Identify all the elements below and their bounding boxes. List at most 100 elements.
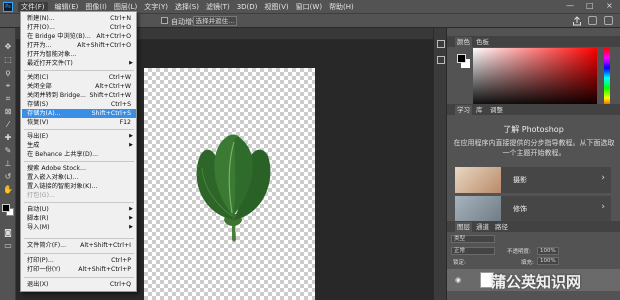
- menu-separator: [24, 277, 134, 278]
- screen-mode-icon[interactable]: ▭: [3, 241, 13, 251]
- layer-kind-filter[interactable]: 类型: [451, 235, 495, 243]
- chevron-right-icon: ›: [601, 202, 605, 212]
- move-tool-icon[interactable]: ✥: [3, 42, 13, 52]
- menu-item-generate[interactable]: 生成 ▶: [22, 141, 136, 150]
- share-icon[interactable]: [572, 16, 582, 26]
- menu-image[interactable]: 图像(I): [85, 2, 107, 12]
- fill-input[interactable]: 100%: [537, 257, 559, 265]
- crop-tool-icon[interactable]: ⌗: [3, 94, 13, 104]
- clone-stamp-tool-icon[interactable]: ⊥: [3, 159, 13, 169]
- panel-icon-strip: [433, 28, 447, 300]
- menu-item-save[interactable]: 存储(S) Ctrl+S: [22, 100, 136, 109]
- menu-item-export[interactable]: 导出(E) ▶: [22, 132, 136, 141]
- brush-tool-icon[interactable]: ✎: [3, 146, 13, 156]
- tab-color[interactable]: 颜色: [455, 37, 472, 47]
- menu-window[interactable]: 窗口(W): [296, 2, 322, 12]
- blend-mode-select[interactable]: 正常: [451, 247, 495, 255]
- menu-item-save-as[interactable]: 存储为(A)... Shift+Ctrl+S: [22, 109, 136, 118]
- menu-item-open-as[interactable]: 打开为... Alt+Shift+Ctrl+O: [22, 41, 136, 50]
- menu-item-open-smart-object[interactable]: 打开为智能对象...: [22, 50, 136, 59]
- menu-item-print-one[interactable]: 打印一份(Y) Alt+Shift+Ctrl+P: [22, 265, 136, 274]
- opacity-input[interactable]: 100%: [537, 247, 559, 255]
- succulent-leaf-image: [196, 134, 271, 242]
- card-title: 摄影: [513, 176, 527, 184]
- menu-item-place-linked[interactable]: 置入链接的智能对象(K)...: [22, 182, 136, 191]
- tab-libraries[interactable]: 库: [474, 105, 485, 115]
- menu-select[interactable]: 选择(S): [175, 2, 199, 12]
- tab-adjustments[interactable]: 调整: [488, 105, 505, 115]
- layers-panel-tabs: 图层 通道 路径: [447, 221, 620, 232]
- menu-item-close-goto-bridge[interactable]: 关闭并转到 Bridge... Shift+Ctrl+W: [22, 91, 136, 100]
- quick-mask-icon[interactable]: ◙: [3, 228, 13, 238]
- menu-item-browse-bridge[interactable]: 在 Bridge 中浏览(B)... Alt+Ctrl+O: [22, 32, 136, 41]
- history-panel-icon[interactable]: [437, 40, 445, 48]
- menu-item-share-behance[interactable]: 在 Behance 上共享(D)...: [22, 150, 136, 159]
- menu-separator: [24, 238, 134, 239]
- chevron-right-icon: ›: [601, 173, 605, 183]
- tools-panel: ✥ ⬚ ϙ ⌖ ⌗ ⊠ ⁄ ✚ ✎ ⊥ ↺ ✋ ◙ ▭: [0, 28, 16, 300]
- menu-item-automate[interactable]: 自动(U) ▶: [22, 205, 136, 214]
- hand-tool-icon[interactable]: ✋: [3, 185, 13, 195]
- eyedropper-tool-icon[interactable]: ⁄: [3, 120, 13, 130]
- menu-item-close[interactable]: 关闭(C) Ctrl+W: [22, 73, 136, 82]
- quick-select-tool-icon[interactable]: ⌖: [3, 81, 13, 91]
- file-menu-dropdown: 新建(N)... Ctrl+N 打开(O)... Ctrl+O 在 Bridge 中…: [20, 11, 137, 292]
- menu-filter[interactable]: 滤镜(T): [206, 2, 230, 12]
- tab-learn[interactable]: 学习: [455, 105, 472, 115]
- menu-item-revert[interactable]: 恢复(V) F12: [22, 118, 136, 127]
- minimize-button[interactable]: —: [566, 1, 574, 10]
- retouch-thumbnail: [455, 196, 501, 222]
- tab-channels[interactable]: 通道: [474, 222, 491, 232]
- learn-title: 了解 Photoshop: [503, 125, 564, 134]
- menu-view[interactable]: 视图(V): [264, 2, 288, 12]
- menu-item-new[interactable]: 新建(N)... Ctrl+N: [22, 14, 136, 23]
- workspace-icon[interactable]: [604, 16, 613, 25]
- foreground-color-swatch[interactable]: [2, 204, 10, 212]
- menu-item-search-stock[interactable]: 搜索 Adobe Stock...: [22, 164, 136, 173]
- close-window-button[interactable]: ×: [606, 1, 613, 10]
- menu-item-scripts[interactable]: 脚本(R) ▶: [22, 214, 136, 223]
- menu-item-close-all[interactable]: 关闭全部 Alt+Ctrl+W: [22, 82, 136, 91]
- menu-separator: [24, 161, 134, 162]
- layers-lock-row: 锁定: 填充: 100%: [447, 257, 620, 268]
- select-and-mask-button[interactable]: 选择并遮住...: [193, 16, 237, 26]
- menu-3d[interactable]: 3D(D): [237, 3, 258, 11]
- watermark-text: 蒲公英知识网: [491, 273, 582, 291]
- marquee-tool-icon[interactable]: ⬚: [3, 55, 13, 65]
- menu-item-recent-files[interactable]: 最近打开文件(T) ▶: [22, 59, 136, 68]
- menu-item-place-embedded[interactable]: 置入嵌入对象(L)...: [22, 173, 136, 182]
- tutorial-card-retouch[interactable]: 修饰 ›: [455, 196, 611, 222]
- frame-tool-icon[interactable]: ⊠: [3, 107, 13, 117]
- healing-brush-tool-icon[interactable]: ✚: [3, 133, 13, 143]
- menu-item-open[interactable]: 打开(O)... Ctrl+O: [22, 23, 136, 32]
- submenu-arrow-icon: ▶: [129, 60, 133, 66]
- tab-paths[interactable]: 路径: [493, 222, 510, 232]
- menu-layer[interactable]: 图层(L): [114, 2, 137, 12]
- photography-thumbnail: [455, 167, 501, 193]
- panel-foreground-swatch[interactable]: [457, 54, 466, 63]
- hue-slider[interactable]: [604, 48, 610, 108]
- menu-item-exit[interactable]: 退出(X) Ctrl+Q: [22, 280, 136, 289]
- menu-edit[interactable]: 编辑(E): [55, 2, 79, 12]
- eye-icon[interactable]: ◉: [455, 276, 461, 284]
- menu-help[interactable]: 帮助(H): [329, 2, 354, 12]
- menu-file[interactable]: 文件(F): [18, 1, 48, 12]
- menu-item-file-info[interactable]: 文件简介(F)... Alt+Shift+Ctrl+I: [22, 241, 136, 250]
- menu-item-import[interactable]: 导入(M) ▶: [22, 223, 136, 232]
- properties-panel-icon[interactable]: [437, 56, 445, 64]
- right-panels: 颜色 色板 学习 库 调整 了解 Photoshop 在应用程序内直接提供的分步…: [447, 28, 620, 300]
- tab-layers[interactable]: 图层: [455, 222, 472, 232]
- layers-blend-row: 正常 不透明度: 100%: [447, 246, 620, 257]
- color-panel-tabs: 颜色 色板: [447, 36, 620, 47]
- auto-enhance-checkbox[interactable]: [161, 17, 168, 24]
- menu-type[interactable]: 文字(Y): [144, 2, 168, 12]
- history-brush-tool-icon[interactable]: ↺: [3, 172, 13, 182]
- lasso-tool-icon[interactable]: ϙ: [3, 68, 13, 78]
- menu-item-print[interactable]: 打印(P)... Ctrl+P: [22, 256, 136, 265]
- maximize-button[interactable]: □: [586, 1, 594, 10]
- tutorial-card-photography[interactable]: 摄影 ›: [455, 167, 611, 193]
- fill-label: 填充:: [521, 260, 534, 266]
- color-picker-field[interactable]: [473, 48, 597, 108]
- search-icon[interactable]: [588, 16, 597, 25]
- tab-swatches[interactable]: 色板: [474, 37, 491, 47]
